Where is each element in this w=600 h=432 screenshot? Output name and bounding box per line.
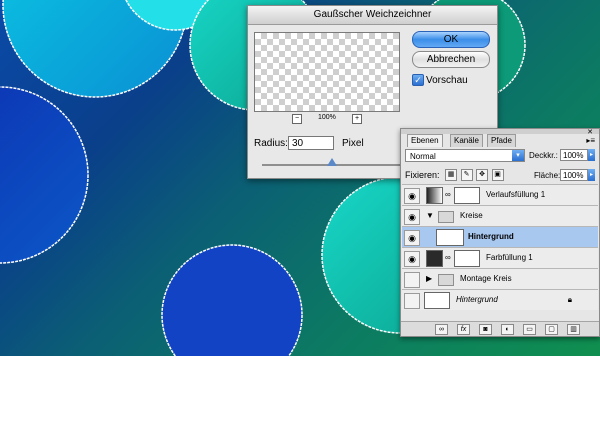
eye-off-icon[interactable]: ◉ xyxy=(404,272,420,288)
gradient-thumbnail xyxy=(426,187,443,204)
checkmark-icon: ✓ xyxy=(412,74,424,86)
color-thumbnail xyxy=(426,250,443,267)
layer-row-group-kreise[interactable]: ◉ ▼ Kreise xyxy=(402,205,598,226)
panel-menu-icon[interactable]: ▸≡ xyxy=(586,136,595,145)
radius-row: Radius: 30 Pixel xyxy=(254,136,364,150)
opacity-label: Deckkr.: xyxy=(529,151,558,160)
preview-label: Vorschau xyxy=(426,74,468,86)
eye-icon[interactable]: ◉ xyxy=(404,230,420,246)
blend-mode-value: Normal xyxy=(410,152,436,161)
close-icon[interactable]: ✕ xyxy=(587,128,593,136)
layer-name: Kreise xyxy=(460,211,483,220)
fill-input[interactable]: 100% xyxy=(560,169,588,181)
fx-icon[interactable]: fx xyxy=(457,324,470,335)
opacity-input[interactable]: 100% xyxy=(560,149,588,161)
preview-checkbox[interactable]: ✓ Vorschau xyxy=(412,74,468,86)
tab-channels[interactable]: Kanäle xyxy=(450,134,483,147)
link-icon: ∞ xyxy=(445,253,451,262)
radius-label: Radius: xyxy=(254,138,288,149)
ok-button[interactable]: OK xyxy=(412,31,490,48)
radius-unit: Pixel xyxy=(342,138,364,149)
fill-arrow-icon[interactable]: ▸ xyxy=(588,169,595,181)
lock-icon: 🔒︎ xyxy=(567,295,572,304)
layers-panel: ✕ Ebenen Kanäle Pfade ▸≡ Normal ▾ Deckkr… xyxy=(400,128,600,337)
link-icon: ∞ xyxy=(445,190,451,199)
layer-name: Verlaufsfüllung 1 xyxy=(486,190,546,199)
layer-name: Hintergrund xyxy=(456,295,498,304)
eye-off-icon[interactable]: ◉ xyxy=(404,293,420,309)
layer-row-color-fill[interactable]: ◉ ∞ Farbfüllung 1 xyxy=(402,247,598,268)
background-thumbnail xyxy=(424,292,450,309)
tab-paths[interactable]: Pfade xyxy=(487,134,516,147)
tab-layers[interactable]: Ebenen xyxy=(407,134,443,147)
dialog-title[interactable]: Gaußscher Weichzeichner xyxy=(248,6,497,25)
lock-transparent-icon[interactable]: ▦ xyxy=(445,169,458,181)
eye-icon[interactable]: ◉ xyxy=(404,188,420,204)
fill-label: Fläche: xyxy=(534,171,561,180)
layer-name: Farbfüllung 1 xyxy=(486,253,533,262)
layer-row-hintergrund-selected[interactable]: ◉ Hintergrund xyxy=(402,226,598,247)
circle-shape xyxy=(161,244,303,356)
layer-thumbnail xyxy=(436,229,464,246)
lock-brush-icon[interactable]: ✎ xyxy=(460,169,473,181)
blend-mode-select[interactable]: Normal ▾ xyxy=(405,149,525,162)
layer-list: ◉ ∞ Verlaufsfüllung 1 ◉ ▼ Kreise ◉ Hinte… xyxy=(402,184,598,310)
opacity-arrow-icon[interactable]: ▸ xyxy=(588,149,595,161)
folder-icon[interactable]: ▭ xyxy=(523,324,536,335)
disclosure-closed-icon[interactable]: ▶ xyxy=(426,274,432,283)
layer-row-group-montage[interactable]: ◉ ▶ Montage Kreis xyxy=(402,268,598,289)
trash-icon[interactable]: ▥ xyxy=(567,324,580,335)
radius-input[interactable]: 30 xyxy=(288,136,334,150)
panel-footer: ∞ fx ◙ ◐ ▭ ▢ ▥ xyxy=(401,321,599,336)
lock-move-icon[interactable]: ✥ xyxy=(476,169,489,181)
chevron-down-icon: ▾ xyxy=(512,150,524,161)
cancel-button[interactable]: Abbrechen xyxy=(412,51,490,68)
layer-name: Hintergrund xyxy=(468,232,514,241)
blur-preview[interactable] xyxy=(254,32,400,112)
lock-row: Fixieren: ▦ ✎ ✥ ▣ xyxy=(405,169,505,181)
preview-zoom-controls: − 100% + xyxy=(292,114,362,124)
eye-icon[interactable]: ◉ xyxy=(404,251,420,267)
eye-icon[interactable]: ◉ xyxy=(404,209,420,225)
disclosure-open-icon[interactable]: ▼ xyxy=(426,211,434,220)
folder-icon xyxy=(438,211,454,223)
link-layers-icon[interactable]: ∞ xyxy=(435,324,448,335)
lock-all-icon[interactable]: ▣ xyxy=(491,169,504,181)
zoom-out-button[interactable]: − xyxy=(292,114,302,124)
zoom-value: 100% xyxy=(318,114,336,121)
circle-shape xyxy=(0,86,89,264)
layer-row-background[interactable]: ◉ Hintergrund 🔒︎ xyxy=(402,289,598,310)
folder-icon xyxy=(438,274,454,286)
layer-name: Montage Kreis xyxy=(460,274,512,283)
layer-row-gradient-fill[interactable]: ◉ ∞ Verlaufsfüllung 1 xyxy=(402,184,598,205)
new-layer-icon[interactable]: ▢ xyxy=(545,324,558,335)
mask-icon[interactable]: ◙ xyxy=(479,324,492,335)
slider-thumb[interactable] xyxy=(326,158,337,166)
adjustment-icon[interactable]: ◐ xyxy=(501,324,514,335)
mask-thumbnail xyxy=(454,250,480,267)
mask-thumbnail xyxy=(454,187,480,204)
zoom-in-button[interactable]: + xyxy=(352,114,362,124)
lock-label: Fixieren: xyxy=(405,170,440,180)
